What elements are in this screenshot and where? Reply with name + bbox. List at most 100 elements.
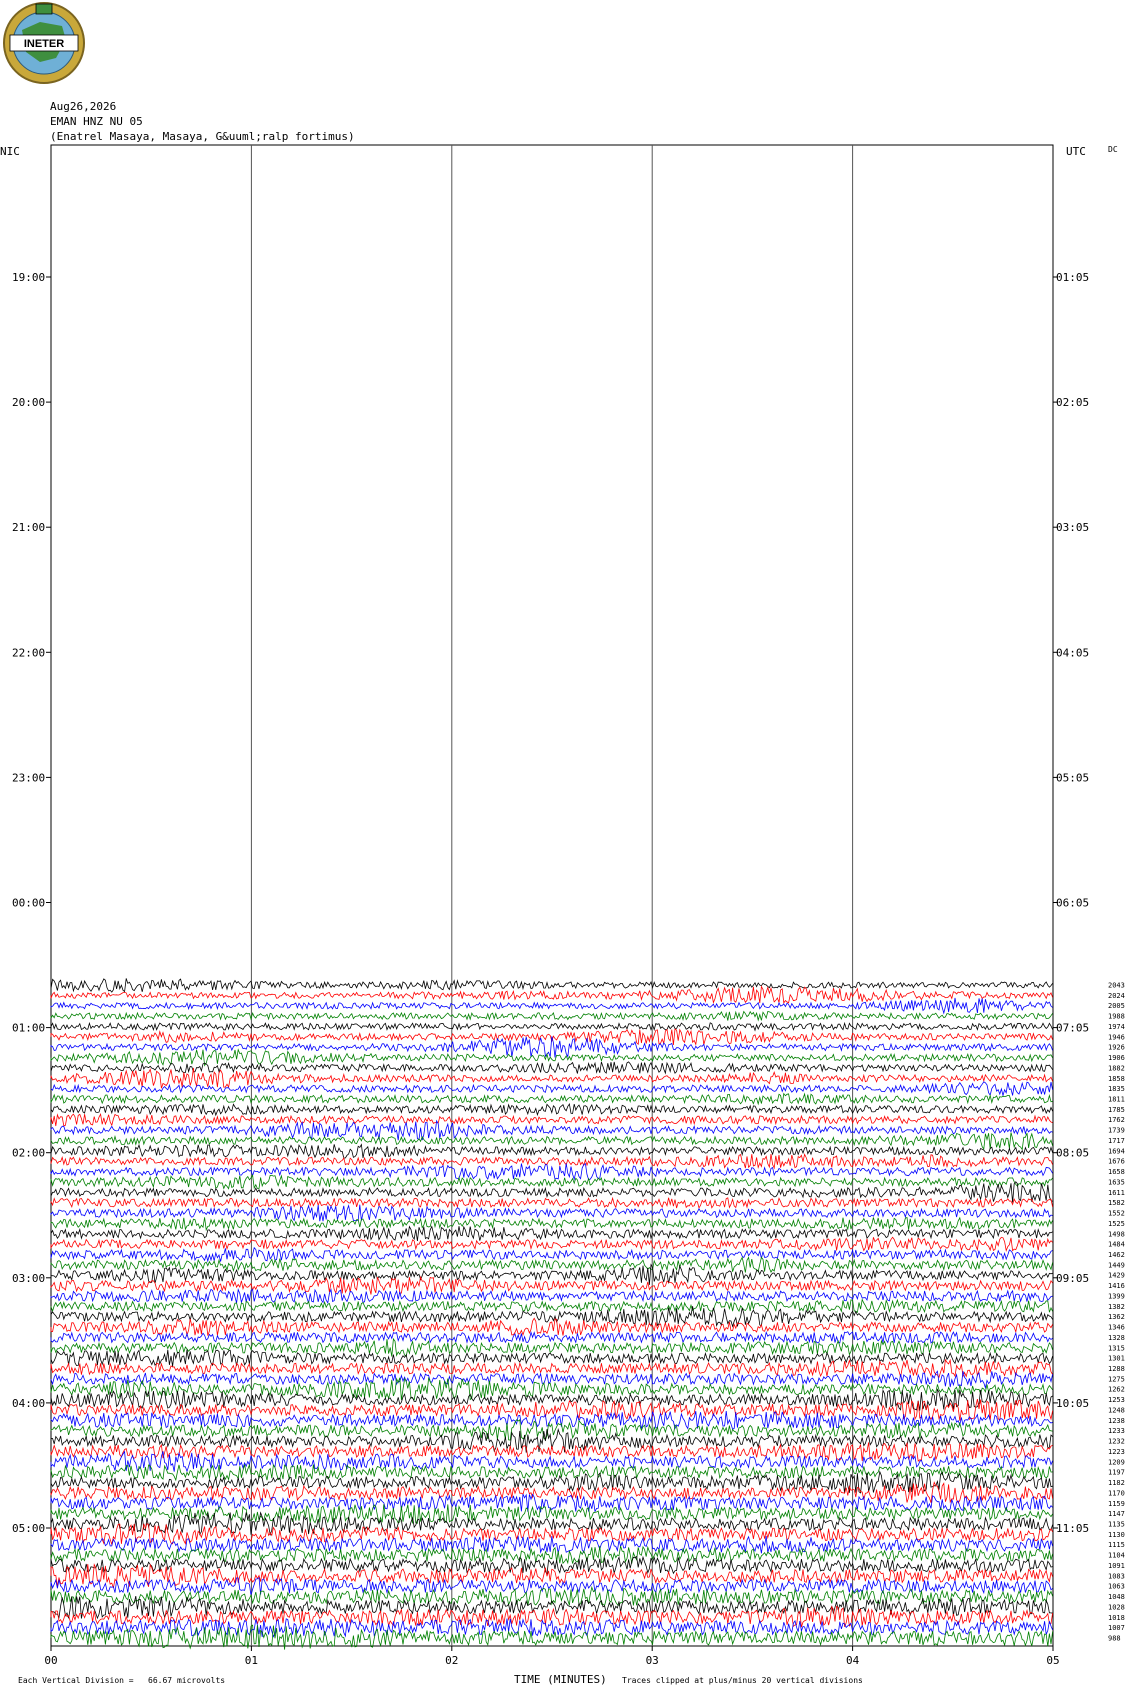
trace-label: 1611: [1108, 1189, 1125, 1197]
right-hour-label: 04:05: [1056, 646, 1089, 659]
trace-label: 1209: [1108, 1458, 1125, 1466]
x-tick-label: 04: [846, 1654, 860, 1667]
left-hour-label: 03:00: [12, 1272, 45, 1285]
trace-label: 1197: [1108, 1469, 1125, 1477]
seismic-trace: [50, 978, 1053, 993]
trace-label: 1582: [1108, 1199, 1125, 1207]
trace-label: 1988: [1108, 1013, 1125, 1021]
seismic-trace: [50, 1504, 1053, 1524]
right-hour-label: 07:05: [1056, 1022, 1089, 1035]
trace-label: 1739: [1108, 1127, 1125, 1135]
trace-label: 1762: [1108, 1116, 1125, 1124]
right-hour-label: 08:05: [1056, 1147, 1089, 1160]
trace-label: 2043: [1108, 982, 1125, 990]
seismic-trace: [50, 1048, 1053, 1067]
right-hour-label: 01:05: [1056, 271, 1089, 284]
seismic-trace: [50, 1463, 1053, 1482]
seismic-trace: [50, 1163, 1053, 1181]
trace-label: 1018: [1108, 1614, 1125, 1622]
trace-label: 1315: [1108, 1344, 1125, 1352]
seismic-trace: [50, 1585, 1053, 1607]
right-hour-label: 10:05: [1056, 1397, 1089, 1410]
trace-label: 1882: [1108, 1064, 1125, 1072]
trace-label: 1525: [1108, 1220, 1125, 1228]
trace-label: 1301: [1108, 1355, 1125, 1363]
seismic-trace: [50, 1317, 1053, 1337]
right-hour-label: 03:05: [1056, 521, 1089, 534]
seismic-trace: [50, 1576, 1053, 1596]
seismic-trace: [50, 1132, 1053, 1151]
left-hour-label: 20:00: [12, 396, 45, 409]
seismic-trace: [50, 1081, 1053, 1098]
left-hour-label: 02:00: [12, 1147, 45, 1160]
seismic-trace: [50, 1399, 1053, 1421]
seismic-trace: [50, 1298, 1053, 1314]
trace-label: 1223: [1108, 1448, 1125, 1456]
seismic-trace: [50, 1225, 1053, 1242]
left-hour-label: 00:00: [12, 897, 45, 910]
trace-label: 1811: [1108, 1096, 1125, 1104]
seismic-trace: [50, 1174, 1053, 1190]
right-hour-label: 05:05: [1056, 771, 1089, 784]
seismic-trace: [50, 1236, 1053, 1253]
clip-text: Traces clipped at plus/minus 20 vertical…: [622, 1676, 863, 1685]
seismic-trace: [50, 1092, 1053, 1106]
left-hour-label: 19:00: [12, 271, 45, 284]
trace-label: 1262: [1108, 1386, 1125, 1394]
seismic-trace: [50, 1337, 1053, 1357]
seismic-trace: [50, 1061, 1053, 1075]
trace-label: 2005: [1108, 1002, 1125, 1010]
right-hour-label: 09:05: [1056, 1272, 1089, 1285]
seismic-trace: [50, 985, 1053, 1005]
x-tick-label: 01: [245, 1654, 258, 1667]
seismic-trace: [50, 1442, 1053, 1462]
trace-label: 1399: [1108, 1292, 1125, 1300]
trace-label: 1449: [1108, 1261, 1125, 1269]
trace-label: 1232: [1108, 1438, 1125, 1446]
left-hour-label: 23:00: [12, 771, 45, 784]
trace-label: 1147: [1108, 1510, 1125, 1518]
seismic-trace: [50, 1102, 1053, 1117]
seismic-trace: [50, 1535, 1053, 1554]
seismic-trace: [50, 1204, 1053, 1222]
trace-label: 1484: [1108, 1241, 1125, 1249]
x-axis-label: TIME (MINUTES): [514, 1673, 607, 1686]
trace-label: 1974: [1108, 1023, 1125, 1031]
trace-label: 1091: [1108, 1562, 1125, 1570]
seismic-trace: [50, 1605, 1053, 1628]
left-hour-label: 05:00: [12, 1522, 45, 1535]
x-tick-label: 00: [44, 1654, 57, 1667]
trace-label: 1048: [1108, 1593, 1125, 1601]
trace-label: 1233: [1108, 1427, 1125, 1435]
trace-label: 1007: [1108, 1624, 1125, 1632]
trace-label: 1382: [1108, 1303, 1125, 1311]
trace-label: 1104: [1108, 1552, 1125, 1560]
seismic-trace: [50, 1216, 1053, 1232]
trace-label: 1159: [1108, 1500, 1125, 1508]
trace-label: 1835: [1108, 1085, 1125, 1093]
seismic-trace: [50, 1523, 1053, 1546]
trace-label: 1248: [1108, 1406, 1125, 1414]
seismogram-plot: 00 01 02 03 04 05 19:00 01:05 20:00 02:05 21:00 03:…: [12, 144, 1125, 1667]
trace-label: 1170: [1108, 1489, 1125, 1497]
trace-label: 1328: [1108, 1334, 1125, 1342]
left-hour-label: 01:00: [12, 1022, 45, 1035]
trace-label: 988: [1108, 1635, 1121, 1643]
trace-label: 1130: [1108, 1531, 1125, 1539]
x-tick-label: 03: [646, 1654, 659, 1667]
trace-label: 1362: [1108, 1313, 1125, 1321]
scale-text: Each Vertical Division = 66.67 microvolt…: [18, 1676, 226, 1685]
trace-label: 1658: [1108, 1168, 1125, 1176]
trace-label: 1552: [1108, 1210, 1125, 1218]
trace-label: 1416: [1108, 1282, 1125, 1290]
trace-label: 1906: [1108, 1054, 1125, 1062]
trace-label: 1028: [1108, 1603, 1125, 1611]
x-tick-label: 05: [1046, 1654, 1059, 1667]
seismic-trace: [50, 997, 1053, 1015]
seismic-trace: [50, 1196, 1053, 1209]
seismic-trace: [50, 1246, 1053, 1263]
seismic-trace: [50, 1021, 1053, 1032]
trace-label: 1135: [1108, 1520, 1125, 1528]
seismic-trace: [50, 1010, 1053, 1022]
trace-label: 1462: [1108, 1251, 1125, 1259]
